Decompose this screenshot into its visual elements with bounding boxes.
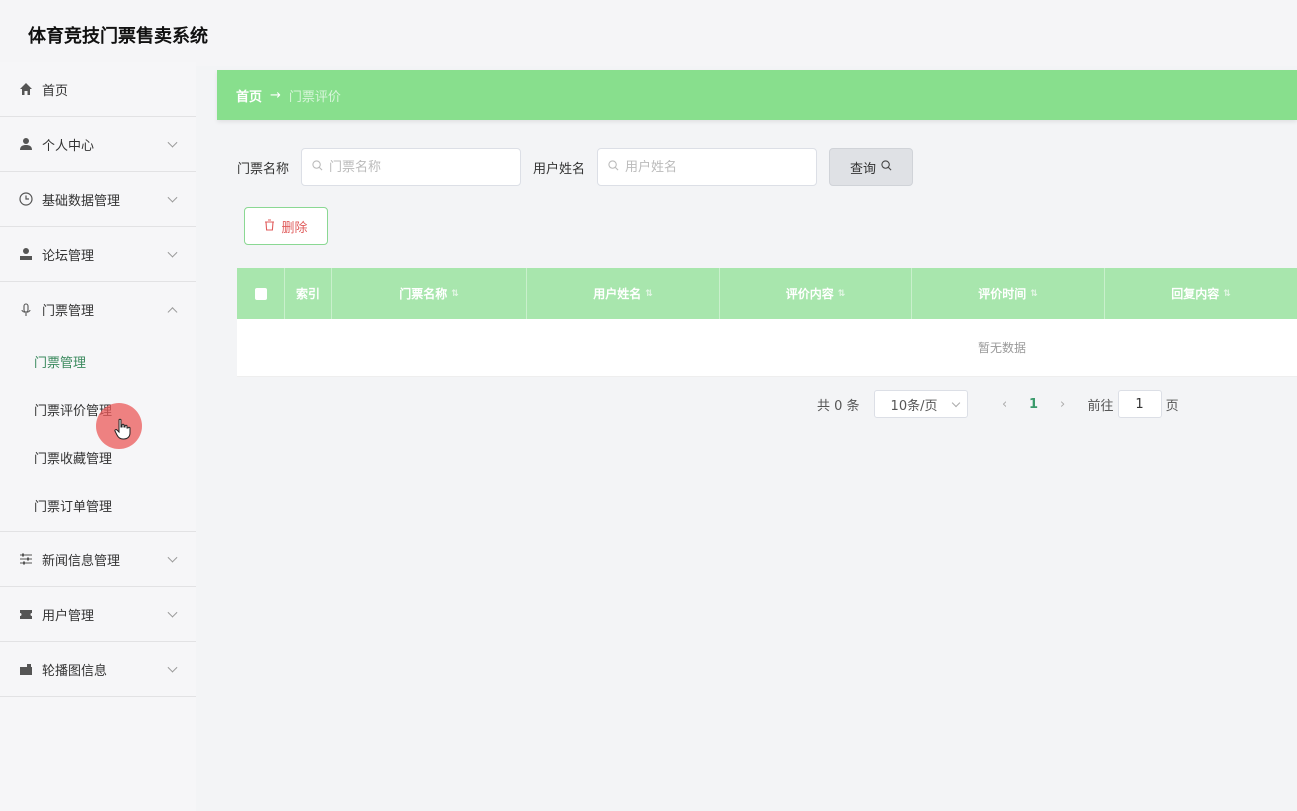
search-button[interactable]: 查询 <box>829 148 914 186</box>
app-title: 体育竞技门票售卖系统 <box>28 26 208 47</box>
chevron-up-icon <box>167 306 178 317</box>
sidebar-item-label: 新闻信息管理 <box>42 553 121 569</box>
sidebar-item-label: 用户管理 <box>42 608 95 624</box>
column-header-ticket-name[interactable]: 门票名称 ⇅ <box>332 268 527 319</box>
user-name-label: 用户姓名 <box>533 161 586 177</box>
column-header-index: 索引 <box>285 268 332 319</box>
sliders-icon <box>18 551 34 567</box>
sidebar-item-news[interactable]: 新闻信息管理 <box>0 532 196 587</box>
page-number[interactable]: 1 <box>1020 397 1048 412</box>
submenu-item-ticket-favorite-management[interactable]: 门票收藏管理 <box>0 433 196 481</box>
next-page-button[interactable]: › <box>1048 397 1078 412</box>
search-icon <box>881 159 892 175</box>
camera-icon <box>18 661 34 677</box>
chevron-down-icon <box>167 192 178 203</box>
pagination: 共 0 条 10条/页 ‹ 1 › 前往 页 <box>817 390 1179 418</box>
sidebar-item-forum[interactable]: 论坛管理 <box>0 227 196 282</box>
ticket-name-label: 门票名称 <box>237 161 290 177</box>
goto-page-input[interactable] <box>1117 390 1162 418</box>
sidebar-item-carousel[interactable]: 轮播图信息 <box>0 642 196 697</box>
top-header: 体育竞技门票售卖系统 <box>0 0 1297 66</box>
page-suffix: 页 <box>1165 398 1179 414</box>
column-header-label: 用户姓名 <box>593 287 642 301</box>
user-name-field[interactable] <box>597 148 818 186</box>
sidebar-item-label: 门票管理 <box>42 304 95 319</box>
chevron-down-icon <box>951 398 960 408</box>
sort-icon[interactable]: ⇅ <box>645 289 653 299</box>
sort-icon[interactable]: ⇅ <box>1223 289 1231 299</box>
table-empty-row: 暂无数据 <box>237 319 1297 377</box>
arrow-right-icon: → <box>270 87 281 103</box>
sidebar-item-user-management[interactable]: 用户管理 <box>0 587 196 642</box>
column-header-review-time[interactable]: 评价时间 ⇅ <box>912 268 1105 319</box>
sort-icon[interactable]: ⇅ <box>1030 289 1038 299</box>
person-icon <box>18 246 34 262</box>
ticket-name-field[interactable] <box>301 148 522 186</box>
prev-page-button[interactable]: ‹ <box>990 397 1020 412</box>
column-header-label: 索引 <box>295 287 320 301</box>
chevron-down-icon <box>167 247 178 258</box>
sidebar-item-label: 基础数据管理 <box>42 193 121 209</box>
breadcrumb-home[interactable]: 首页 <box>236 86 262 105</box>
delete-button-label: 删除 <box>281 220 308 236</box>
breadcrumb: 首页 → 门票评价 <box>217 70 1297 120</box>
delete-button[interactable]: 删除 <box>244 207 328 245</box>
sidebar-item-personal-center[interactable]: 个人中心 <box>0 117 196 172</box>
sidebar-item-label: 论坛管理 <box>42 248 95 264</box>
user-name-input[interactable] <box>625 159 806 175</box>
home-icon <box>18 81 34 97</box>
search-icon <box>608 160 619 174</box>
sidebar-item-label: 个人中心 <box>42 138 95 154</box>
chevron-down-icon <box>167 137 178 148</box>
main-content: 首页 → 门票评价 门票名称 用户姓名 查询 删除 <box>217 70 1297 811</box>
sidebar-item-home[interactable]: 首页 <box>0 62 196 117</box>
sidebar-item-ticket-management[interactable]: 门票管理 <box>0 282 196 337</box>
chevron-down-icon <box>167 552 178 563</box>
sort-icon[interactable]: ⇅ <box>451 289 459 299</box>
submenu-item-ticket-management[interactable]: 门票管理 <box>0 337 196 385</box>
submenu-item-ticket-order-management[interactable]: 门票订单管理 <box>0 481 196 529</box>
ticket-icon <box>18 606 34 622</box>
pagination-total: 共 0 条 <box>817 398 860 414</box>
breadcrumb-current: 门票评价 <box>288 89 341 105</box>
user-icon <box>18 136 34 152</box>
search-form: 门票名称 用户姓名 查询 <box>237 148 914 186</box>
search-button-label: 查询 <box>850 161 877 177</box>
column-header-label: 回复内容 <box>1171 287 1220 301</box>
chevron-down-icon <box>167 662 178 673</box>
page-size-value: 10条/页 <box>890 398 938 414</box>
select-all-checkbox[interactable] <box>254 287 267 300</box>
trash-icon <box>264 218 275 234</box>
sidebar-item-label: 轮播图信息 <box>42 663 108 679</box>
empty-text: 暂无数据 <box>977 341 1026 355</box>
mic-icon <box>18 302 34 318</box>
sidebar-item-label: 首页 <box>42 83 69 99</box>
search-icon <box>312 160 323 174</box>
select-all-cell <box>237 268 285 319</box>
sort-icon[interactable]: ⇅ <box>838 289 846 299</box>
column-header-reply-content[interactable]: 回复内容 ⇅ <box>1105 268 1297 319</box>
column-header-label: 评价时间 <box>978 287 1027 301</box>
column-header-user-name[interactable]: 用户姓名 ⇅ <box>527 268 720 319</box>
table-header: 索引 门票名称 ⇅ 用户姓名 ⇅ 评价内容 ⇅ 评价时间 ⇅ 回复内容 ⇅ <box>237 268 1297 319</box>
goto-label: 前往 <box>1087 398 1114 414</box>
column-header-label: 评价内容 <box>785 287 834 301</box>
clock-icon <box>18 191 34 207</box>
hand-cursor-icon <box>114 418 132 445</box>
sidebar-item-basic-data[interactable]: 基础数据管理 <box>0 172 196 227</box>
reviews-table: 索引 门票名称 ⇅ 用户姓名 ⇅ 评价内容 ⇅ 评价时间 ⇅ 回复内容 ⇅ 暂无数据 <box>237 268 1297 377</box>
column-header-review-content[interactable]: 评价内容 ⇅ <box>720 268 912 319</box>
page-size-select[interactable]: 10条/页 <box>873 390 968 418</box>
chevron-down-icon <box>167 607 178 618</box>
ticket-name-input[interactable] <box>329 159 510 175</box>
column-header-label: 门票名称 <box>399 287 448 301</box>
